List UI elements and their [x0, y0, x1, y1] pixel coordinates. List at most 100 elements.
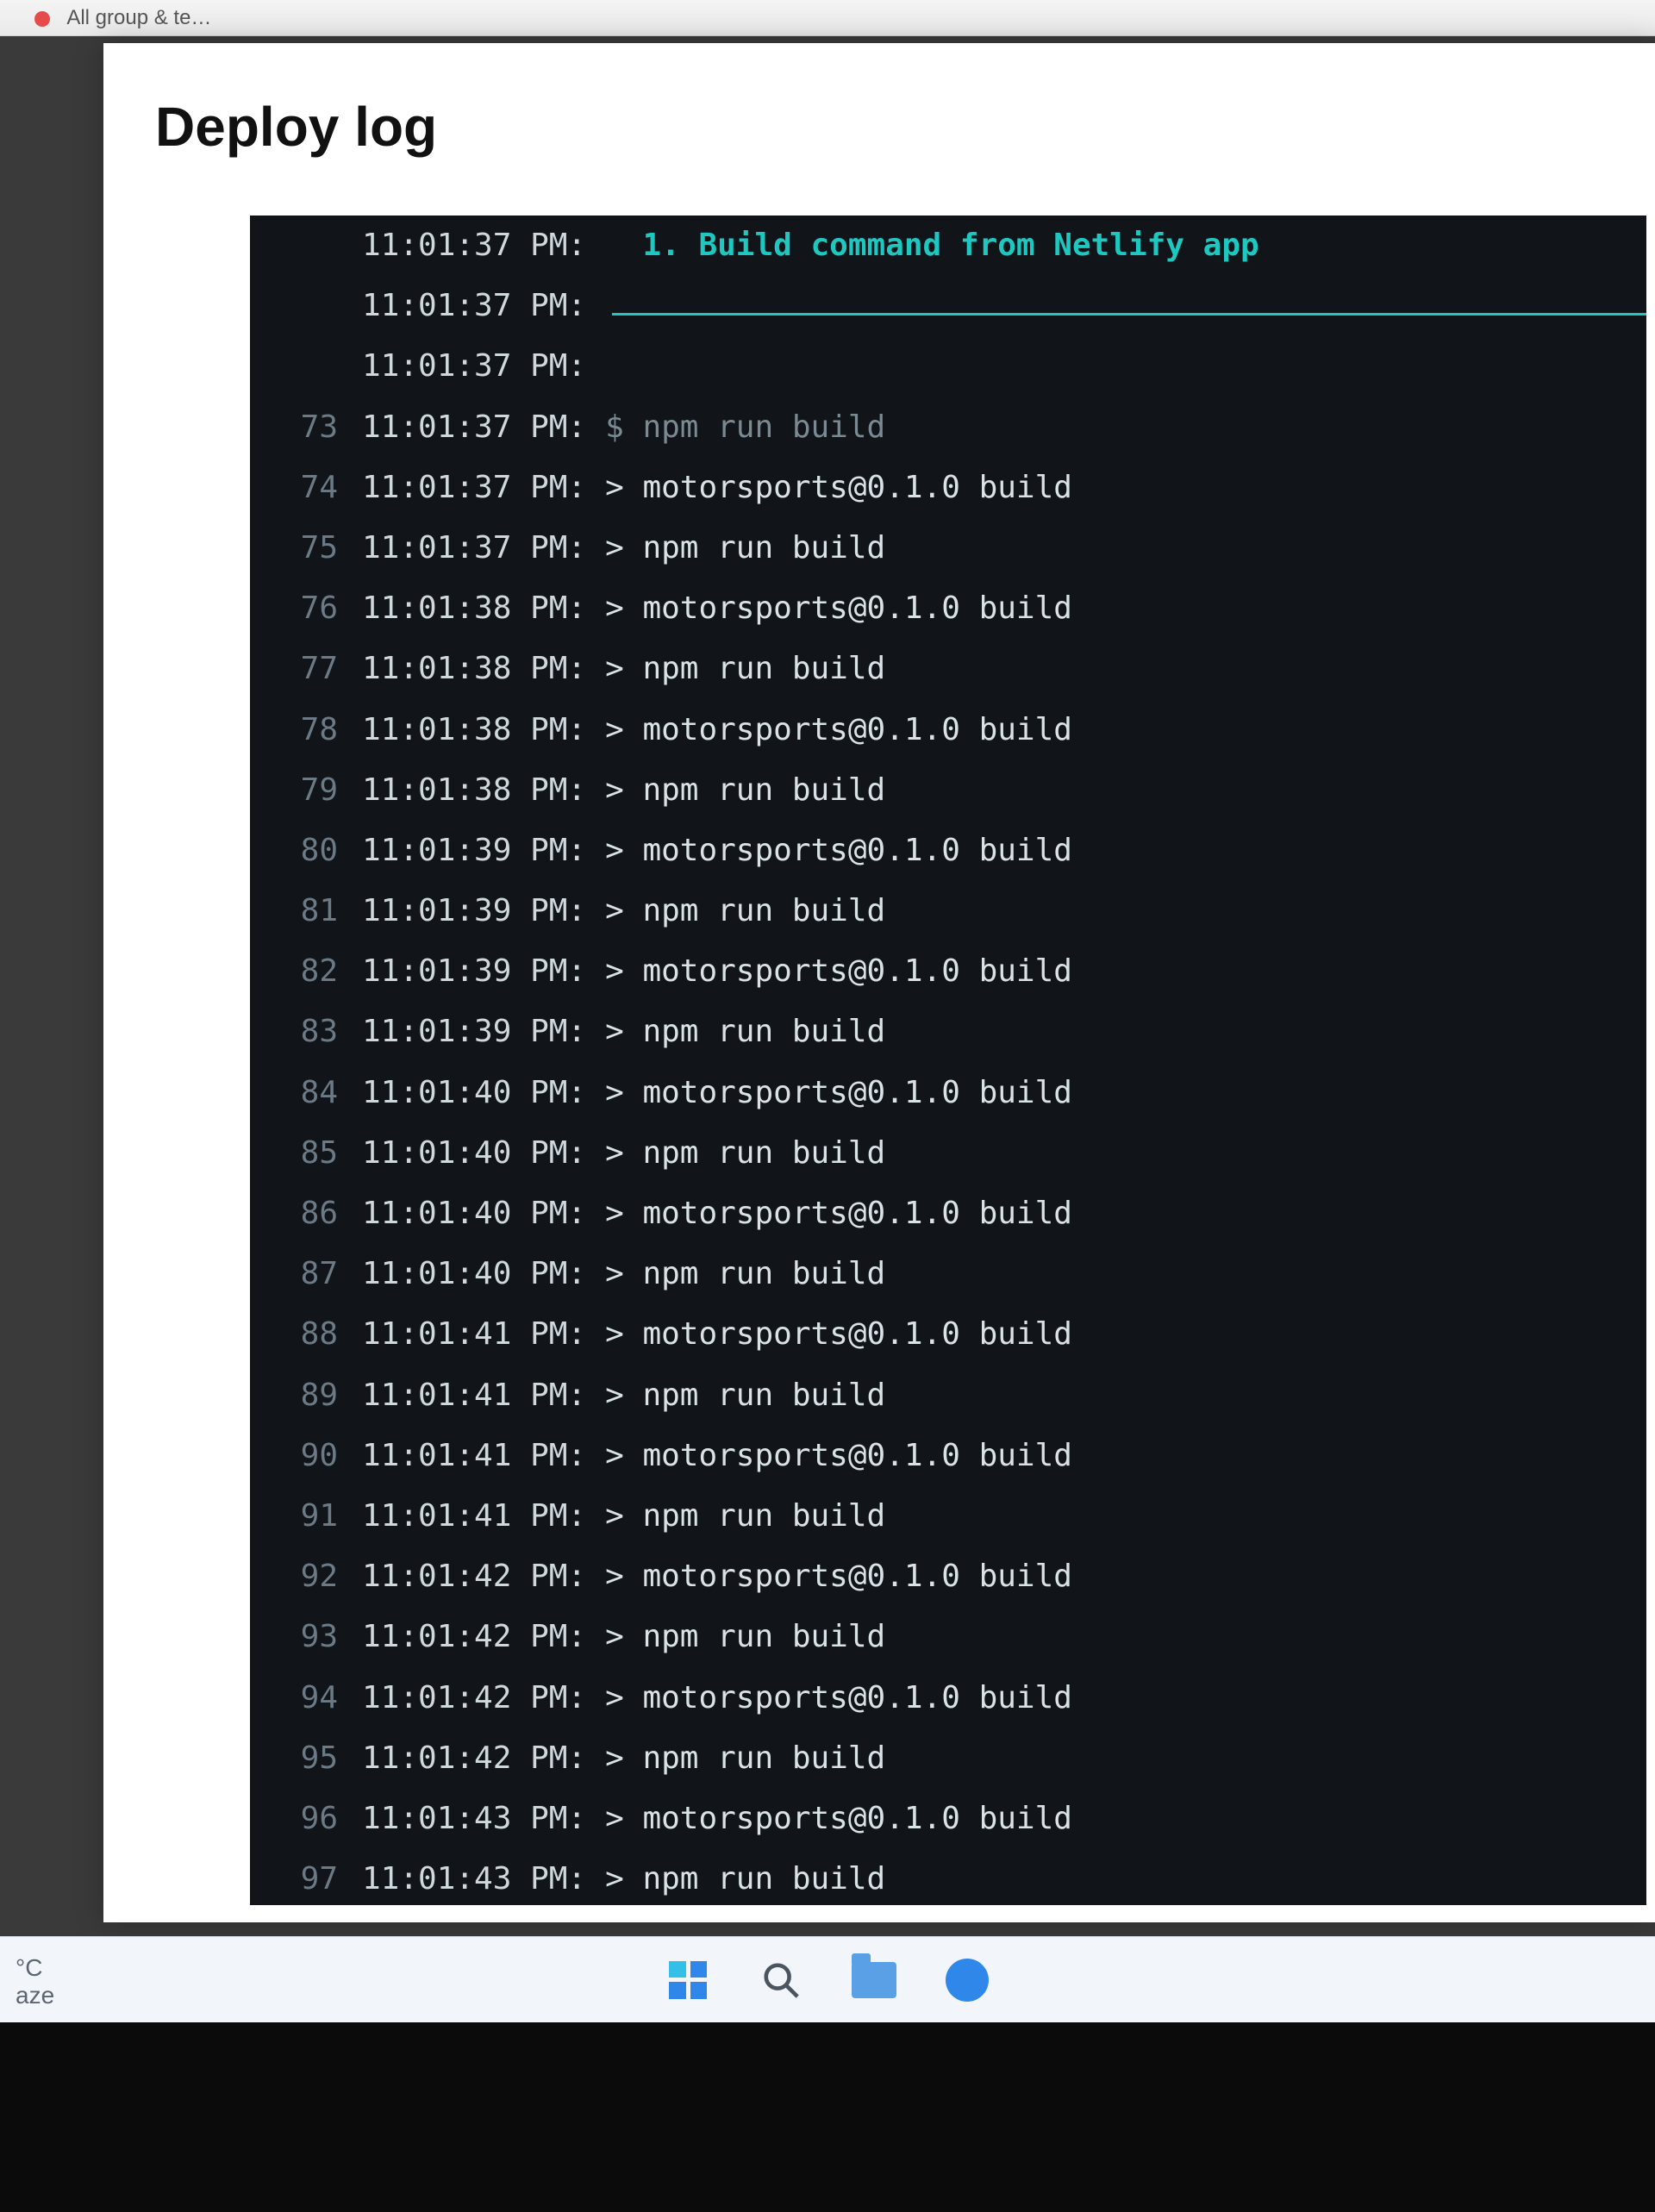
timestamp: 11:01:37 PM: — [362, 216, 605, 276]
log-text: > motorsports@0.1.0 build — [605, 578, 1072, 639]
log-text: > motorsports@0.1.0 build — [605, 1668, 1072, 1728]
line-number: 78 — [250, 700, 362, 760]
log-text: > motorsports@0.1.0 build — [605, 458, 1072, 518]
timestamp: 11:01:38 PM: — [362, 578, 605, 639]
timestamp: 11:01:40 PM: — [362, 1184, 605, 1244]
app-button[interactable] — [945, 1958, 990, 2003]
log-text: > npm run build — [605, 1002, 885, 1062]
log-line[interactable]: 11:01:37 PM: — [250, 336, 1646, 397]
log-line[interactable]: 8111:01:39 PM:> npm run build — [250, 881, 1646, 941]
line-number: 93 — [250, 1607, 362, 1667]
log-line[interactable]: 8611:01:40 PM:> motorsports@0.1.0 build — [250, 1184, 1646, 1244]
log-text: > npm run build — [605, 1849, 885, 1905]
line-number: 95 — [250, 1728, 362, 1789]
log-text: > motorsports@0.1.0 build — [605, 1547, 1072, 1607]
line-number: 88 — [250, 1304, 362, 1365]
timestamp: 11:01:40 PM: — [362, 1063, 605, 1123]
line-number: 79 — [250, 760, 362, 821]
log-text: > motorsports@0.1.0 build — [605, 821, 1072, 881]
log-line[interactable]: 8011:01:39 PM:> motorsports@0.1.0 build — [250, 821, 1646, 881]
tab-favicon — [34, 11, 50, 27]
log-text: > motorsports@0.1.0 build — [605, 1789, 1072, 1849]
timestamp: 11:01:40 PM: — [362, 1123, 605, 1184]
line-number: 90 — [250, 1426, 362, 1486]
line-number: 85 — [250, 1123, 362, 1184]
log-text: > motorsports@0.1.0 build — [605, 941, 1072, 1002]
log-text: > npm run build — [605, 1123, 885, 1184]
section-header: 1. Build command from Netlify app — [605, 216, 1259, 276]
log-line[interactable]: 9611:01:43 PM:> motorsports@0.1.0 build — [250, 1789, 1646, 1849]
log-line[interactable]: 7611:01:38 PM:> motorsports@0.1.0 build — [250, 578, 1646, 639]
log-text: > npm run build — [605, 1607, 885, 1667]
weather-widget[interactable]: °C aze — [16, 1954, 54, 2009]
timestamp: 11:01:43 PM: — [362, 1849, 605, 1905]
log-line[interactable]: 9211:01:42 PM:> motorsports@0.1.0 build — [250, 1547, 1646, 1607]
search-button[interactable] — [759, 1958, 803, 2003]
log-line[interactable]: 8911:01:41 PM:> npm run build — [250, 1365, 1646, 1426]
log-line[interactable]: 7811:01:38 PM:> motorsports@0.1.0 build — [250, 700, 1646, 760]
log-line[interactable]: 8411:01:40 PM:> motorsports@0.1.0 build — [250, 1063, 1646, 1123]
log-text: > motorsports@0.1.0 build — [605, 1184, 1072, 1244]
log-line[interactable]: 7911:01:38 PM:> npm run build — [250, 760, 1646, 821]
page-title: Deploy log — [103, 43, 1655, 193]
log-line[interactable]: 9011:01:41 PM:> motorsports@0.1.0 build — [250, 1426, 1646, 1486]
log-line[interactable]: 11:01:37 PM: — [250, 276, 1646, 336]
section-rule — [612, 313, 1646, 316]
log-line[interactable]: 9411:01:42 PM:> motorsports@0.1.0 build — [250, 1668, 1646, 1728]
log-text: > motorsports@0.1.0 build — [605, 700, 1072, 760]
timestamp: 11:01:42 PM: — [362, 1607, 605, 1667]
weather-temp: °C — [16, 1954, 54, 1982]
line-number: 75 — [250, 518, 362, 578]
log-line[interactable]: 9511:01:42 PM:> npm run build — [250, 1728, 1646, 1789]
log-line[interactable]: 7711:01:38 PM:> npm run build — [250, 639, 1646, 699]
timestamp: 11:01:42 PM: — [362, 1728, 605, 1789]
log-line[interactable]: 8311:01:39 PM:> npm run build — [250, 1002, 1646, 1062]
line-number: 76 — [250, 578, 362, 639]
log-line[interactable]: 9111:01:41 PM:> npm run build — [250, 1486, 1646, 1547]
line-number: 86 — [250, 1184, 362, 1244]
deploy-log-terminal[interactable]: 11:01:37 PM: 1. Build command from Netli… — [250, 216, 1646, 1905]
timestamp: 11:01:38 PM: — [362, 639, 605, 699]
windows-taskbar: °C aze — [0, 1936, 1655, 2022]
browser-tab-strip: All group & te… — [0, 0, 1655, 36]
folder-icon — [852, 1962, 896, 1998]
line-number: 89 — [250, 1365, 362, 1426]
laptop-bezel — [0, 2022, 1655, 2212]
log-text: > npm run build — [605, 1728, 885, 1789]
timestamp: 11:01:39 PM: — [362, 1002, 605, 1062]
line-number: 83 — [250, 1002, 362, 1062]
timestamp: 11:01:39 PM: — [362, 881, 605, 941]
page-content: Deploy log 11:01:37 PM: 1. Build command… — [103, 43, 1655, 1922]
log-line[interactable]: 9311:01:42 PM:> npm run build — [250, 1607, 1646, 1667]
timestamp: 11:01:37 PM: — [362, 336, 605, 397]
timestamp: 11:01:41 PM: — [362, 1486, 605, 1547]
line-number: 87 — [250, 1244, 362, 1304]
line-number: 96 — [250, 1789, 362, 1849]
log-line[interactable]: 8211:01:39 PM:> motorsports@0.1.0 build — [250, 941, 1646, 1002]
log-text: > motorsports@0.1.0 build — [605, 1063, 1072, 1123]
log-line[interactable]: 8711:01:40 PM:> npm run build — [250, 1244, 1646, 1304]
log-text: > npm run build — [605, 1365, 885, 1426]
log-text: > npm run build — [605, 1244, 885, 1304]
log-text: > npm run build — [605, 639, 885, 699]
log-line[interactable]: 7411:01:37 PM:> motorsports@0.1.0 build — [250, 458, 1646, 518]
log-line[interactable]: 7511:01:37 PM:> npm run build — [250, 518, 1646, 578]
timestamp: 11:01:40 PM: — [362, 1244, 605, 1304]
log-line[interactable]: 9711:01:43 PM:> npm run build — [250, 1849, 1646, 1905]
log-line[interactable]: 8511:01:40 PM:> npm run build — [250, 1123, 1646, 1184]
line-number: 94 — [250, 1668, 362, 1728]
log-line[interactable]: 7311:01:37 PM:$ npm run build — [250, 397, 1646, 458]
log-text: > npm run build — [605, 881, 885, 941]
start-button[interactable] — [665, 1958, 710, 2003]
timestamp: 11:01:41 PM: — [362, 1426, 605, 1486]
timestamp: 11:01:42 PM: — [362, 1547, 605, 1607]
weather-cond: aze — [16, 1982, 54, 2009]
log-text: > motorsports@0.1.0 build — [605, 1426, 1072, 1486]
timestamp: 11:01:39 PM: — [362, 821, 605, 881]
file-explorer-button[interactable] — [852, 1958, 896, 2003]
search-icon — [761, 1960, 801, 2000]
log-line[interactable]: 8811:01:41 PM:> motorsports@0.1.0 build — [250, 1304, 1646, 1365]
log-text: $ npm run build — [605, 397, 885, 458]
line-number: 74 — [250, 458, 362, 518]
log-line[interactable]: 11:01:37 PM: 1. Build command from Netli… — [250, 216, 1646, 276]
